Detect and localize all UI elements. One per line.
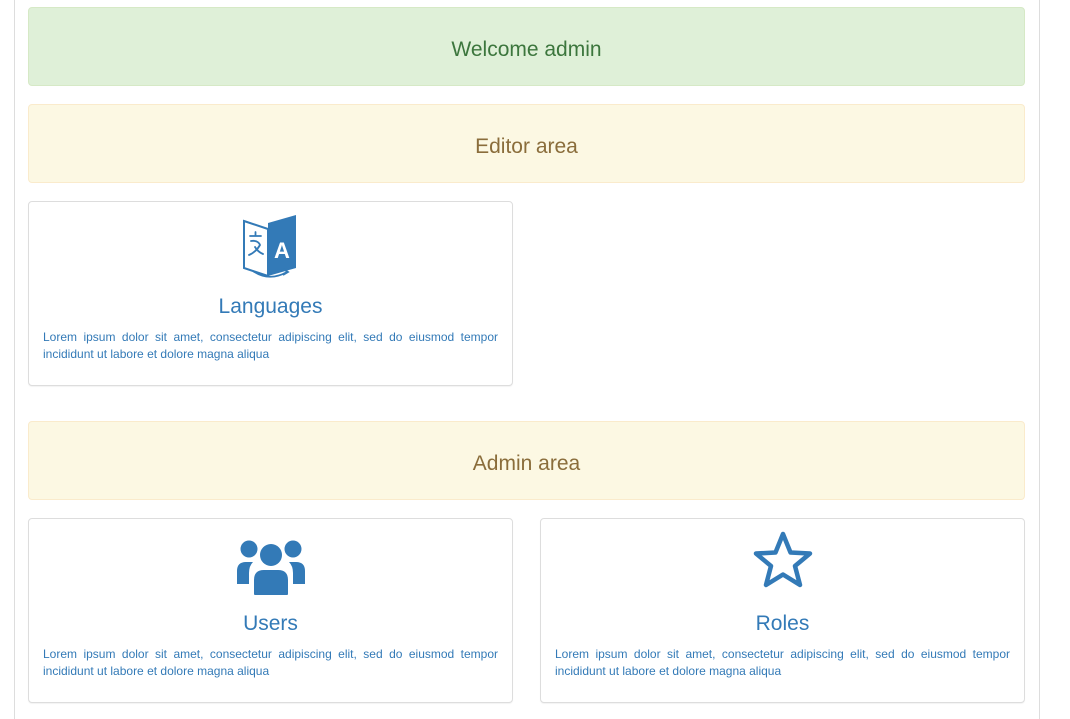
users-card-title: Users [243, 612, 298, 635]
users-icon [29, 531, 512, 596]
welcome-text: Welcome admin [451, 37, 602, 61]
language-translate-icon: A [29, 214, 512, 279]
languages-card[interactable]: A Languages Lorem ipsum dolor sit amet, … [28, 201, 513, 386]
welcome-banner: Welcome admin [28, 7, 1025, 86]
star-icon [541, 531, 1024, 596]
admin-area-header: Admin area [28, 421, 1025, 500]
editor-area-title: Editor area [475, 134, 578, 158]
languages-card-description: Lorem ipsum dolor sit amet, consectetur … [43, 330, 498, 361]
users-card[interactable]: Users Lorem ipsum dolor sit amet, consec… [28, 518, 513, 703]
roles-card[interactable]: Roles Lorem ipsum dolor sit amet, consec… [540, 518, 1025, 703]
users-card-description: Lorem ipsum dolor sit amet, consectetur … [43, 647, 498, 678]
roles-card-description: Lorem ipsum dolor sit amet, consectetur … [555, 647, 1010, 678]
svg-text:A: A [274, 238, 290, 263]
admin-area-title: Admin area [472, 451, 581, 475]
roles-card-title: Roles [755, 612, 810, 635]
editor-area-header: Editor area [28, 104, 1025, 183]
languages-card-title: Languages [218, 295, 323, 318]
